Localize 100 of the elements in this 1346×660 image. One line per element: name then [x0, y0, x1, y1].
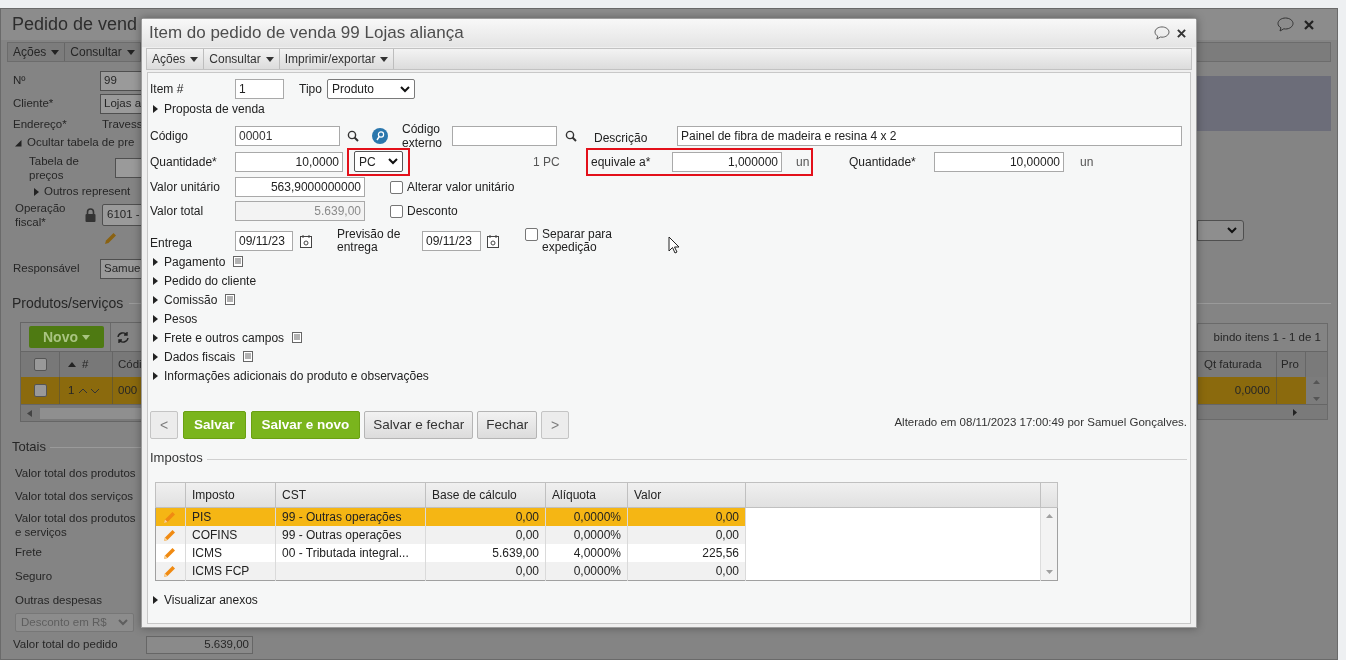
- edit-button[interactable]: [163, 510, 176, 524]
- input-field[interactable]: 09/11/23: [422, 231, 481, 251]
- scrollbar[interactable]: [1306, 377, 1327, 404]
- comment-icon: [1154, 26, 1170, 40]
- input-field[interactable]: 10,00000: [934, 151, 1064, 172]
- checkbox[interactable]: [525, 228, 538, 241]
- input-field[interactable]: 1,000000: [672, 151, 782, 172]
- table-cell: ICMS FCP: [192, 564, 250, 578]
- checkbox[interactable]: [390, 180, 403, 194]
- calendar-icon: [487, 234, 499, 248]
- close-icon: [1177, 28, 1186, 38]
- input-field[interactable]: 00001: [235, 126, 340, 146]
- table-cell: 0,00: [715, 564, 739, 578]
- menu-button[interactable]: Ações: [8, 43, 66, 61]
- caret-icon: [126, 49, 135, 55]
- field-label: equivale a*: [591, 153, 652, 171]
- column-header: Base de cálculo: [432, 488, 517, 502]
- select-field[interactable]: 6101 -: [102, 204, 141, 226]
- input-field[interactable]: Lojas a: [100, 94, 141, 114]
- toggle-link[interactable]: Dados fiscais: [164, 347, 236, 366]
- caret-icon: [265, 56, 274, 62]
- unit-label: un: [1080, 153, 1094, 171]
- cursor-icon: [668, 236, 680, 254]
- section-title: Impostos: [150, 449, 203, 468]
- table-cell: 0,00: [515, 528, 539, 542]
- field-label: Tipo: [299, 81, 323, 98]
- column-header: Códi: [118, 356, 141, 372]
- field-label: Outras despesas: [15, 593, 103, 607]
- field-label: Item #: [150, 81, 185, 98]
- select-field[interactable]: Produto: [327, 79, 415, 99]
- checkbox[interactable]: [33, 358, 47, 371]
- input-field[interactable]: 99: [100, 71, 141, 91]
- checkbox[interactable]: [33, 384, 47, 397]
- toggle-link[interactable]: Proposta de venda: [164, 99, 265, 118]
- menu-button[interactable]: Consultar: [65, 43, 141, 61]
- scroll-up-icon: [1313, 380, 1320, 384]
- window-title: Pedido de vend: [12, 13, 138, 36]
- toggle-link[interactable]: Ocultar tabela de pre: [27, 134, 135, 152]
- chevron-down-icon: [118, 619, 128, 626]
- input-field[interactable]: 10,0000: [235, 151, 343, 172]
- field-label: Frete: [15, 545, 43, 559]
- input-field[interactable]: 5.639,00: [146, 636, 253, 654]
- table-cell: PIS: [192, 510, 212, 524]
- action-button[interactable]: Fechar: [477, 411, 538, 439]
- field-label: Valor unitário: [150, 179, 221, 196]
- field-label: Valor total dos produtos e serviços: [15, 511, 137, 539]
- checkbox[interactable]: [390, 204, 403, 218]
- pencil-icon: [163, 546, 176, 560]
- field-label: Endereço*: [13, 117, 68, 133]
- caret-icon: [82, 334, 90, 340]
- note-icon: [225, 294, 236, 305]
- field-label: Operação fiscal*: [15, 201, 67, 229]
- checkbox-label: Separar para expedição: [542, 228, 614, 254]
- caret-icon: [190, 56, 199, 62]
- edit-button[interactable]: [163, 546, 176, 560]
- scroll-down-icon: [1045, 570, 1053, 574]
- input-field[interactable]: 09/11/23: [235, 231, 293, 251]
- select-field[interactable]: PC: [354, 151, 403, 172]
- chevron-down-icon: [400, 85, 410, 93]
- edit-button[interactable]: [163, 528, 176, 542]
- menu-button[interactable]: Consultar: [204, 49, 280, 69]
- pencil-icon: [104, 231, 117, 245]
- scroll-down-icon: [1313, 397, 1320, 401]
- menu-button[interactable]: Ações: [147, 49, 205, 69]
- search-icon: [565, 130, 577, 142]
- toggle-link[interactable]: Comissão: [164, 290, 218, 309]
- toggle-link[interactable]: Outros represent: [44, 183, 131, 201]
- input-field[interactable]: [452, 126, 557, 146]
- column-header: Alíquota: [552, 488, 597, 502]
- scrollbar-thumb[interactable]: [40, 407, 141, 419]
- checkbox-label: Desconto: [407, 204, 458, 218]
- section-title: Totais: [12, 438, 46, 457]
- toggle-link[interactable]: Informações adicionais do produto e observações: [164, 366, 429, 385]
- input-field[interactable]: 563,9000000000: [235, 177, 365, 197]
- chevron-down-icon: [1227, 227, 1237, 234]
- pager-text: bindo itens 1 - 1 de 1: [1213, 329, 1321, 345]
- edit-button[interactable]: [163, 564, 176, 578]
- field-label: Código: [150, 128, 190, 145]
- action-button[interactable]: Salvar e fechar: [364, 411, 474, 439]
- toggle-link[interactable]: Visualizar anexos: [164, 591, 258, 609]
- toggle-link[interactable]: Pesos: [164, 309, 198, 328]
- menu-button[interactable]: Imprimir/exportar: [279, 49, 395, 69]
- table-cell: COFINS: [192, 528, 238, 542]
- toggle-link[interactable]: Frete e outros campos: [164, 328, 285, 347]
- select-field[interactable]: [1197, 220, 1244, 241]
- close-icon: [1304, 19, 1314, 30]
- table-cell-text: 0,0000: [1234, 382, 1270, 398]
- scroll-left-icon: [27, 409, 32, 417]
- scroll-up-icon: [1045, 514, 1053, 518]
- input-field[interactable]: Painel de fibra de madeira e resina 4 x 2: [677, 126, 1182, 146]
- toggle-link[interactable]: Pedido do cliente: [164, 271, 257, 290]
- lookup-icon: [372, 128, 388, 144]
- table-cell-text: 000: [118, 382, 138, 398]
- field-label: Quantidade*: [150, 153, 218, 171]
- toggle-link[interactable]: Pagamento: [164, 252, 226, 271]
- column-header: Valor: [634, 488, 662, 502]
- table-cell: 0,00: [715, 510, 739, 524]
- table-cell: 0,0000%: [573, 510, 621, 524]
- field-label: Código externo: [402, 122, 444, 150]
- input-field[interactable]: 1: [235, 79, 284, 99]
